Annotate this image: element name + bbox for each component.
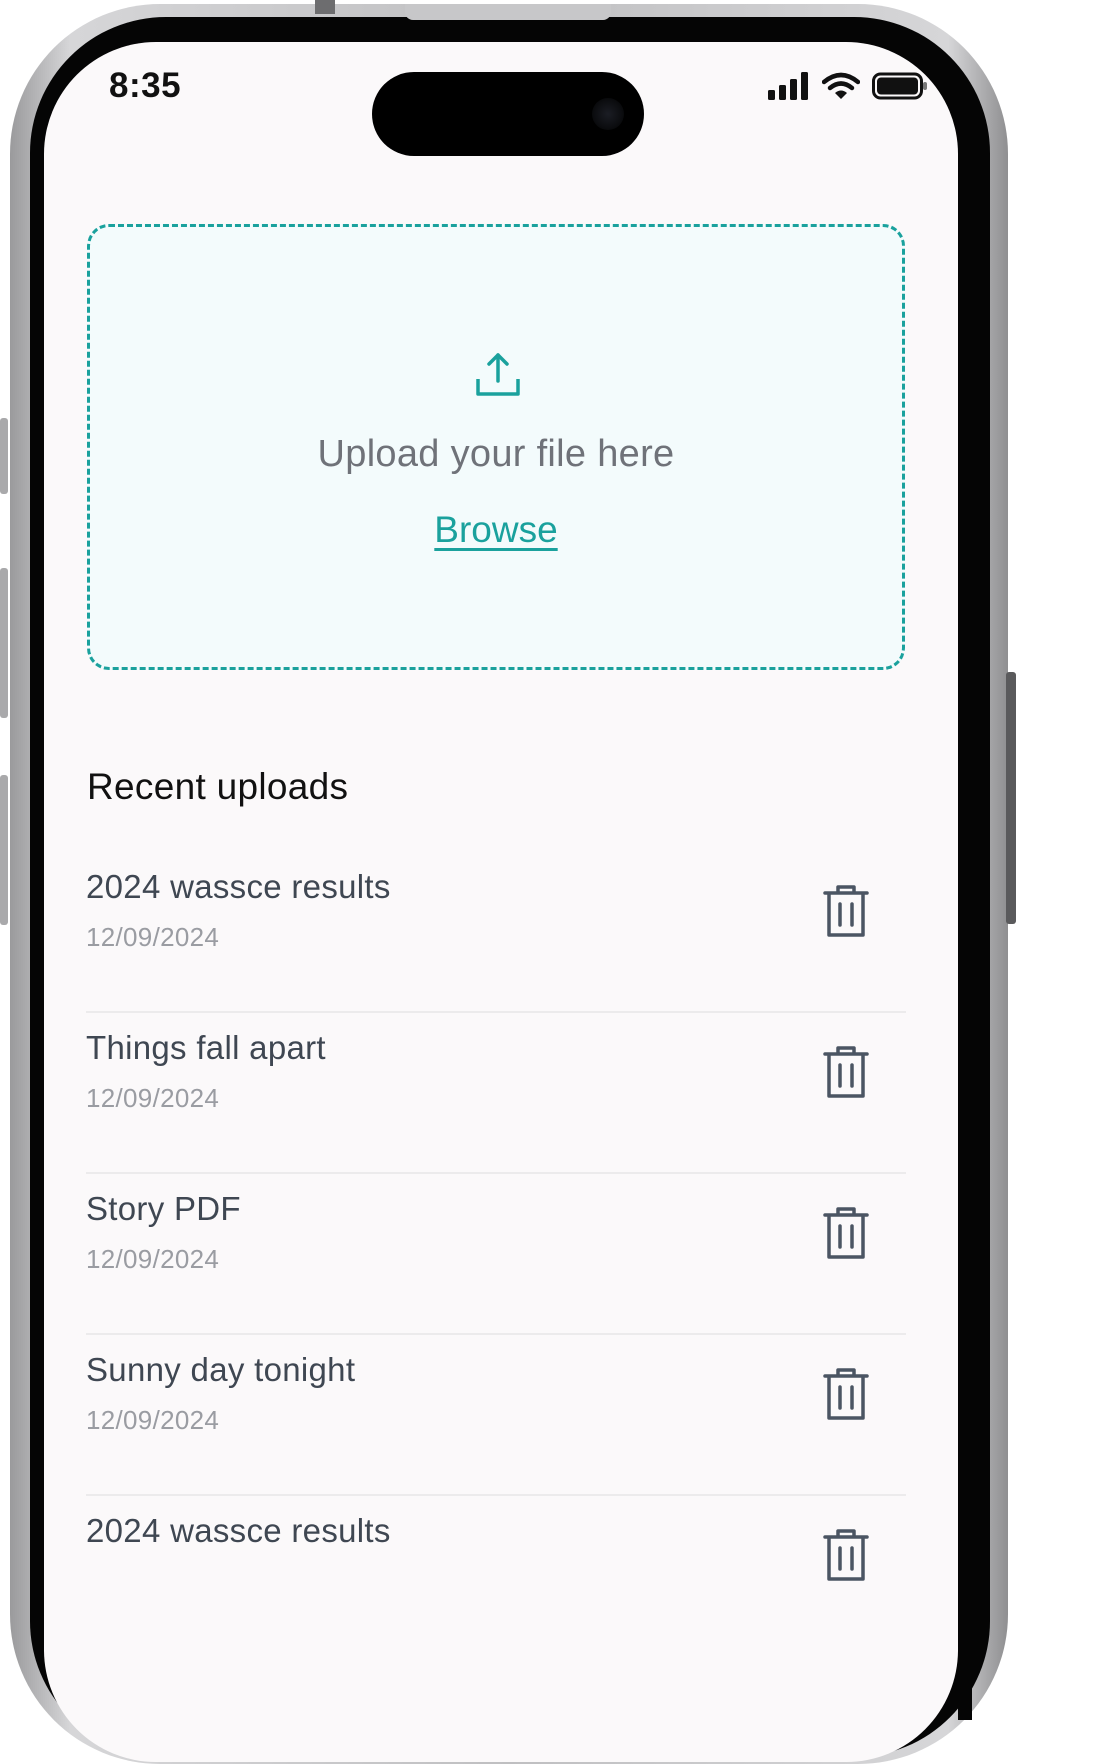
recent-uploads-list: 2024 wassce results 12/09/2024 Things fa… [86, 852, 906, 1657]
delete-button trash-icon[interactable] [823, 1367, 869, 1421]
upload-item-name: Sunny day tonight [86, 1351, 356, 1388]
upload-item-name: 2024 wassce results [86, 1512, 391, 1549]
delete-button trash-icon[interactable] [823, 884, 869, 938]
upload-item-date: 12/09/2024 [86, 922, 220, 952]
upload-item-name: 2024 wassce results [86, 868, 391, 905]
recent-uploads-title: Recent uploads [87, 766, 349, 807]
signal-icon [768, 72, 808, 100]
delete-button trash-icon[interactable] [823, 1528, 869, 1582]
phone-screen: 8:35 Upload your file here Browse Recent… [44, 42, 958, 1762]
upload-item-date: 12/09/2024 [86, 1083, 220, 1113]
phone-power-button [1006, 672, 1016, 924]
upload-item-name: Story PDF [86, 1190, 241, 1227]
phone-antenna-line [315, 0, 335, 14]
upload-item-date: 12/09/2024 [86, 1244, 220, 1274]
upload-icon [476, 353, 520, 396]
upload-list-item[interactable]: Sunny day tonight 12/09/2024 [86, 1335, 906, 1496]
front-camera [592, 98, 624, 130]
upload-list-item[interactable]: 2024 wassce results 12/09/2024 [86, 852, 906, 1013]
upload-list-item[interactable]: Story PDF 12/09/2024 [86, 1174, 906, 1335]
browse-link[interactable]: Browse [90, 509, 902, 551]
dynamic-island [372, 72, 644, 156]
delete-button trash-icon[interactable] [823, 1045, 869, 1099]
phone-action-button [0, 418, 8, 494]
delete-button trash-icon[interactable] [823, 1206, 869, 1260]
upload-item-date: 12/09/2024 [86, 1405, 220, 1435]
upload-list-item[interactable]: 2024 wassce results [86, 1496, 906, 1657]
phone-top-edge [405, 4, 611, 20]
status-time: 8:35 [109, 66, 182, 105]
phone-volume-down-button [0, 775, 8, 925]
upload-item-name: Things fall apart [86, 1029, 326, 1066]
upload-list-item[interactable]: Things fall apart 12/09/2024 [86, 1013, 906, 1174]
battery-icon [872, 72, 927, 100]
upload-prompt: Upload your file here [317, 433, 675, 475]
status-icons [768, 70, 928, 102]
phone-bezel-edge [958, 110, 972, 1720]
wifi-icon [822, 72, 860, 99]
phone-volume-up-button [0, 568, 8, 718]
file-drop-zone[interactable]: Upload your file here Browse [87, 224, 905, 670]
